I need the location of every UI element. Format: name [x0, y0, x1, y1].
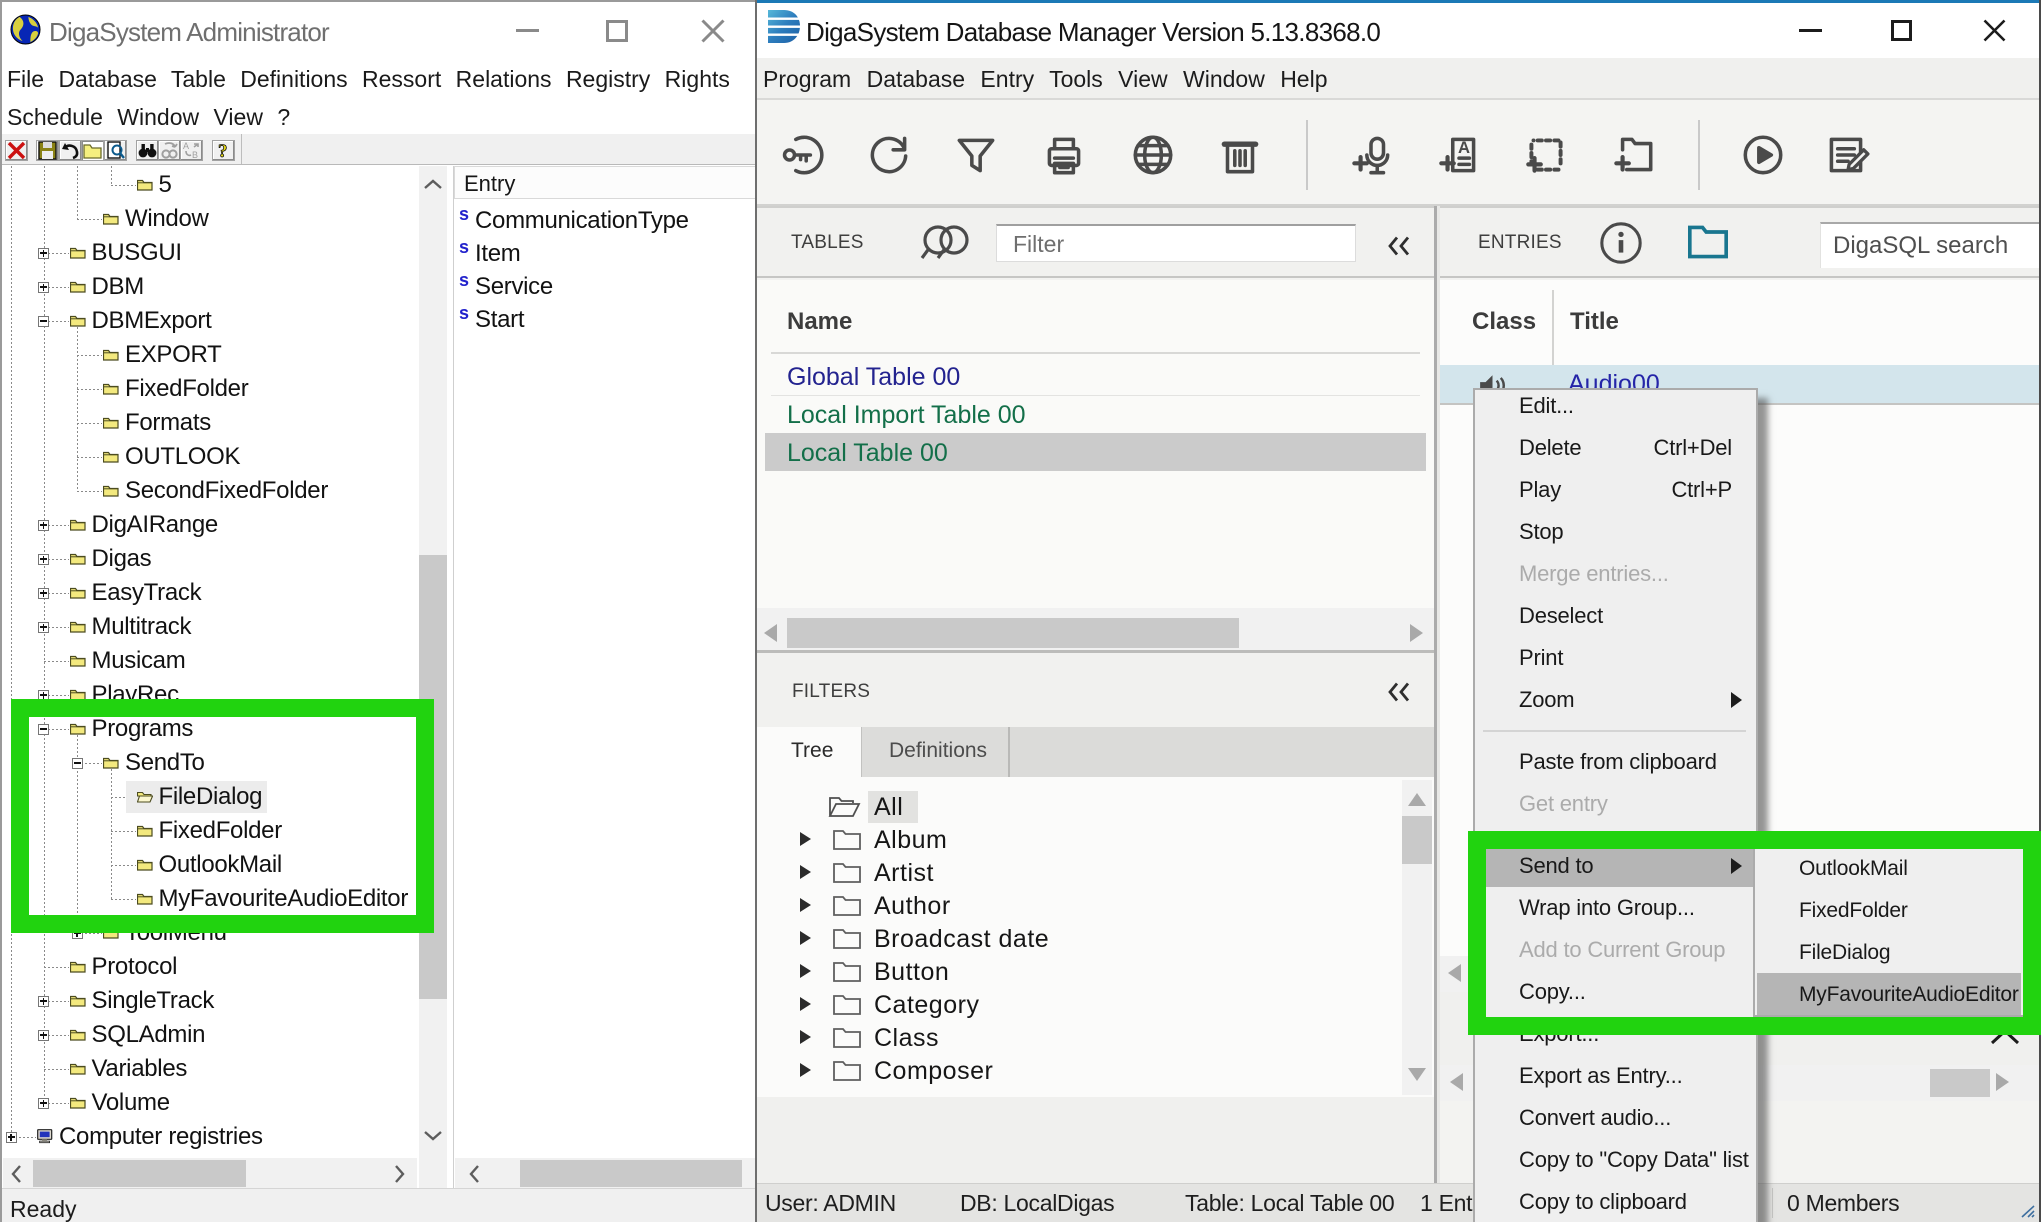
svg-text:B: B: [192, 150, 198, 160]
svg-text:?: ?: [218, 141, 228, 160]
svg-text:A: A: [183, 141, 189, 151]
svg-text:A: A: [1458, 138, 1470, 157]
